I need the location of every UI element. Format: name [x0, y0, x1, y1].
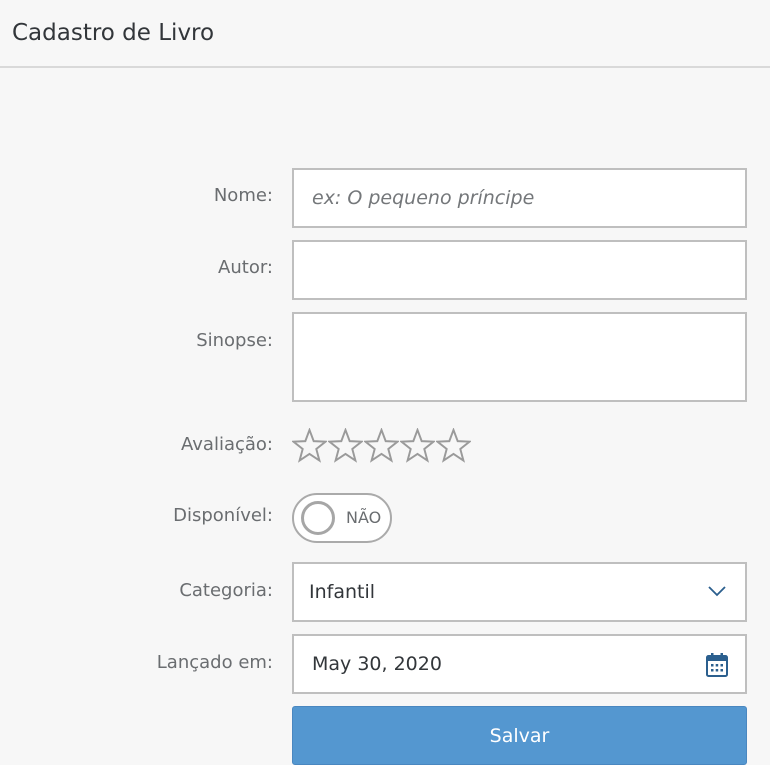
star-icon[interactable] — [364, 428, 399, 463]
nome-label: Nome: — [213, 185, 273, 206]
avaliacao-label: Avaliação: — [181, 434, 273, 455]
page-header: Cadastro de Livro — [0, 0, 770, 68]
nome-placeholder: ex: O pequeno príncipe — [312, 187, 535, 209]
switch-knob — [301, 501, 335, 535]
lancado-datepicker[interactable]: May 30, 2020 — [292, 634, 747, 694]
chevron-down-icon[interactable] — [707, 584, 727, 598]
categoria-label: Categoria: — [179, 580, 273, 601]
sinopse-label: Sinopse: — [196, 330, 273, 351]
star-icon[interactable] — [292, 428, 327, 463]
nome-field[interactable]: ex: O pequeno príncipe — [292, 168, 747, 228]
categoria-select[interactable]: Infantil — [292, 562, 747, 622]
lancado-label: Lançado em: — [156, 652, 273, 673]
lancado-value: May 30, 2020 — [312, 653, 442, 675]
save-button[interactable]: Salvar — [292, 706, 747, 765]
autor-field[interactable] — [292, 240, 747, 300]
switch-state-text: NÃO — [346, 508, 382, 527]
autor-label: Autor: — [218, 257, 273, 278]
star-icon[interactable] — [328, 428, 363, 463]
categoria-selected: Infantil — [309, 581, 376, 603]
page-title: Cadastro de Livro — [12, 20, 215, 46]
disponivel-switch[interactable]: NÃO — [292, 493, 392, 543]
rating-stars[interactable] — [292, 428, 471, 463]
disponivel-label: Disponível: — [173, 505, 273, 526]
star-icon[interactable] — [436, 428, 471, 463]
calendar-icon[interactable] — [705, 652, 729, 678]
sinopse-textarea[interactable] — [292, 312, 747, 402]
star-icon[interactable] — [400, 428, 435, 463]
